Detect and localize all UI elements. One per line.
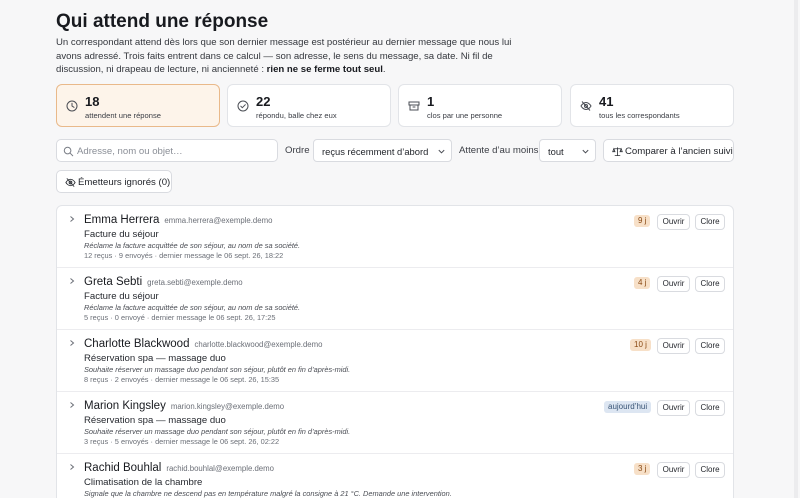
- wait-label: Attente d’au moins: [459, 145, 539, 156]
- stat-label: attendent une réponse: [85, 111, 162, 120]
- summary: Souhaite réserver un massage duo pendant…: [84, 427, 351, 436]
- open-button[interactable]: Ouvrir: [657, 214, 690, 230]
- stat-value: 22: [256, 94, 271, 109]
- subject: Facture du séjour: [84, 291, 159, 302]
- eye-off-icon: [580, 101, 592, 111]
- summary: Réclame la facture acquittée de son séjo…: [84, 303, 301, 312]
- message-meta: 5 reçus · 0 envoyé · dernier message le …: [84, 313, 276, 322]
- order-label: Ordre: [285, 145, 310, 156]
- stat-label: répondu, balle chez eux: [256, 111, 337, 120]
- stat-value: 41: [599, 94, 614, 109]
- ignored-senders-label: Émetteurs ignorés (0): [78, 177, 171, 188]
- stat-value: 1: [427, 94, 435, 109]
- filter-bar: Ordre reçus récemment d’abord Attente d’…: [56, 139, 734, 162]
- email-text: charlotte.blackwood@exemple.demo: [194, 340, 323, 349]
- email-text: greta.sebti@exemple.demo: [147, 278, 243, 287]
- intro-emphasis: rien ne se ferme tout seul: [266, 64, 383, 75]
- clock-icon: [66, 100, 78, 112]
- wait-badge: 4 j: [634, 277, 651, 289]
- close-button[interactable]: Clore: [695, 276, 725, 292]
- stat-answered[interactable]: 22 répondu, balle chez eux: [227, 84, 391, 127]
- stat-closed[interactable]: 1 clos par une personne: [398, 84, 562, 127]
- wait-badge: 10 j: [630, 339, 651, 351]
- correspondent-list: Emma Herrera emma.herrera@exemple.demo Fa…: [56, 205, 734, 498]
- stat-label: clos par une personne: [427, 111, 503, 120]
- page-title: Qui attend une réponse: [56, 11, 269, 32]
- stat-value: 18: [85, 94, 100, 109]
- open-button[interactable]: Ouvrir: [657, 338, 690, 354]
- name-text: Charlotte Blackwood: [84, 338, 190, 350]
- correspondent-name: Charlotte Blackwood charlotte.blackwood@e…: [84, 338, 322, 350]
- email-text: rachid.bouhlal@exemple.demo: [166, 464, 274, 473]
- chevron-right-icon[interactable]: [68, 401, 76, 409]
- chevron-right-icon[interactable]: [68, 463, 76, 471]
- chevron-right-icon[interactable]: [68, 277, 76, 285]
- chevron-right-icon[interactable]: [68, 215, 76, 223]
- name-text: Rachid Bouhlal: [84, 462, 162, 474]
- ignored-senders-button[interactable]: Émetteurs ignorés (0): [56, 170, 172, 193]
- correspondent-name: Emma Herrera emma.herrera@exemple.demo: [84, 214, 272, 226]
- wait-select-value: tout: [548, 146, 564, 157]
- order-select[interactable]: reçus récemment d’abord: [313, 139, 452, 162]
- close-button[interactable]: Clore: [695, 400, 725, 416]
- wait-badge: 9 j: [634, 215, 651, 227]
- chevron-right-icon[interactable]: [68, 339, 76, 347]
- close-button[interactable]: Clore: [695, 338, 725, 354]
- subject: Facture du séjour: [84, 229, 159, 240]
- summary: Signale que la chambre ne descend pas en…: [84, 489, 452, 498]
- summary: Souhaite réserver un massage duo pendant…: [84, 365, 351, 374]
- name-text: Emma Herrera: [84, 214, 160, 226]
- name-text: Marion Kingsley: [84, 400, 166, 412]
- correspondent-name: Greta Sebti greta.sebti@exemple.demo: [84, 276, 243, 288]
- list-item[interactable]: Greta Sebti greta.sebti@exemple.demo Fact…: [57, 268, 733, 330]
- search-box[interactable]: [56, 139, 278, 162]
- stats-bar: 18 attendent une réponse 22 répondu, bal…: [56, 84, 734, 127]
- intro-text: Un correspondant attend dès lors que son…: [56, 36, 531, 77]
- stat-waiting[interactable]: 18 attendent une réponse: [56, 84, 220, 127]
- message-meta: 8 reçus · 2 envoyés · dernier message le…: [84, 375, 280, 384]
- subject: Réservation spa — massage duo: [84, 415, 226, 426]
- scale-icon: [612, 147, 623, 157]
- email-text: emma.herrera@exemple.demo: [164, 216, 273, 225]
- wait-select[interactable]: tout: [539, 139, 596, 162]
- subject: Climatisation de la chambre: [84, 477, 203, 488]
- eye-off-icon: [65, 178, 76, 187]
- compare-button[interactable]: Comparer à l’ancien suivi: [603, 139, 734, 162]
- email-text: marion.kingsley@exemple.demo: [170, 402, 285, 411]
- compare-button-label: Comparer à l’ancien suivi: [625, 146, 733, 157]
- wait-badge: aujourd’hui: [604, 401, 652, 413]
- archive-icon: [408, 101, 420, 111]
- message-meta: 12 reçus · 9 envoyés · dernier message l…: [84, 251, 284, 260]
- page-scrollbar[interactable]: [794, 0, 798, 498]
- search-input[interactable]: [77, 143, 273, 159]
- correspondent-name: Marion Kingsley marion.kingsley@exemple.d…: [84, 400, 284, 412]
- open-button[interactable]: Ouvrir: [657, 276, 690, 292]
- order-select-value: reçus récemment d’abord: [322, 146, 429, 157]
- name-text: Greta Sebti: [84, 276, 143, 288]
- list-item[interactable]: Charlotte Blackwood charlotte.blackwood@e…: [57, 330, 733, 392]
- check-circle-icon: [237, 100, 249, 112]
- stat-label: tous les correspondants: [599, 111, 680, 120]
- close-button[interactable]: Clore: [695, 462, 725, 478]
- list-item[interactable]: Rachid Bouhlal rachid.bouhlal@exemple.dem…: [57, 454, 733, 498]
- summary: Réclame la facture acquittée de son séjo…: [84, 241, 301, 250]
- open-button[interactable]: Ouvrir: [657, 400, 690, 416]
- subject: Réservation spa — massage duo: [84, 353, 226, 364]
- list-item[interactable]: Marion Kingsley marion.kingsley@exemple.d…: [57, 392, 733, 454]
- list-item[interactable]: Emma Herrera emma.herrera@exemple.demo Fa…: [57, 206, 733, 268]
- correspondent-name: Rachid Bouhlal rachid.bouhlal@exemple.dem…: [84, 462, 274, 474]
- stat-all[interactable]: 41 tous les correspondants: [570, 84, 734, 127]
- search-icon: [63, 146, 74, 157]
- chevron-down-icon: [582, 149, 589, 154]
- message-meta: 3 reçus · 5 envoyés · dernier message le…: [84, 437, 280, 446]
- wait-badge: 3 j: [634, 463, 651, 475]
- close-button[interactable]: Clore: [695, 214, 725, 230]
- chevron-down-icon: [438, 149, 445, 154]
- intro-end: .: [382, 64, 386, 75]
- open-button[interactable]: Ouvrir: [657, 462, 690, 478]
